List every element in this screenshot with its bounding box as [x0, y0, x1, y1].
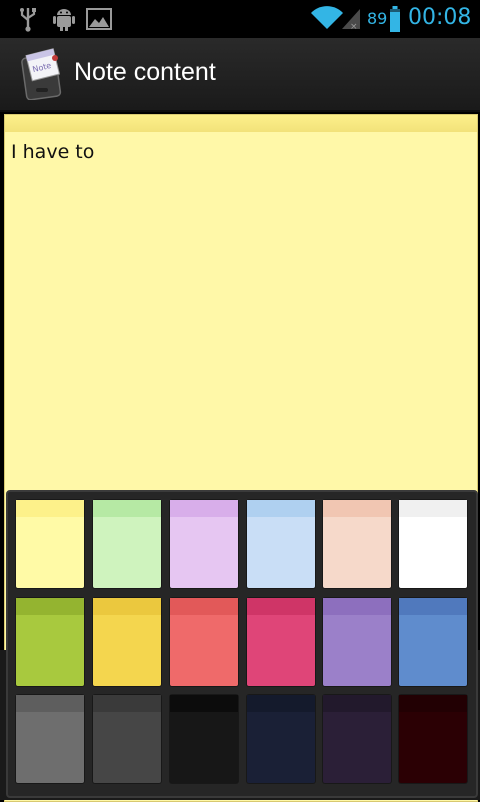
color-swatch-light-green[interactable] [93, 500, 161, 588]
android-debug-icon [53, 9, 75, 31]
wifi-icon [311, 6, 343, 29]
color-swatch-light-violet[interactable] [170, 500, 238, 588]
battery-icon [390, 6, 400, 32]
note-text[interactable]: I have to [11, 141, 94, 163]
color-swatch-black[interactable] [170, 695, 238, 783]
color-swatch-maroon[interactable] [399, 695, 467, 783]
swatch-strip [93, 598, 161, 615]
swatch-strip [170, 598, 238, 615]
swatch-strip [399, 598, 467, 615]
swatch-strip [170, 695, 238, 712]
swatch-strip [323, 598, 391, 615]
color-swatch-dark-gray[interactable] [93, 695, 161, 783]
color-swatch-dark-purple[interactable] [323, 695, 391, 783]
color-palette-popup [6, 490, 478, 798]
color-swatch-purple[interactable] [323, 598, 391, 686]
color-swatch-navy[interactable] [247, 695, 315, 783]
swatch-strip [247, 500, 315, 517]
color-swatch-red[interactable] [170, 598, 238, 686]
swatch-strip [16, 695, 84, 712]
clock: 00:08 [408, 5, 472, 30]
action-bar: Note Note content [0, 38, 480, 112]
swatch-strip [16, 500, 84, 517]
usb-icon [20, 8, 36, 32]
image-icon [86, 8, 112, 30]
svg-text:×: × [350, 22, 358, 31]
color-swatch-white[interactable] [399, 500, 467, 588]
swatch-strip [399, 500, 467, 517]
color-swatch-pink[interactable] [247, 598, 315, 686]
color-swatch-yellow[interactable] [93, 598, 161, 686]
signal-icon: × [342, 9, 360, 31]
color-swatch-light-peach[interactable] [323, 500, 391, 588]
color-swatch-light-blue[interactable] [247, 500, 315, 588]
note-app-icon[interactable]: Note [20, 48, 64, 100]
swatch-strip [170, 500, 238, 517]
swatch-strip [399, 695, 467, 712]
color-swatch-gray[interactable] [16, 695, 84, 783]
swatch-strip [93, 500, 161, 517]
note-header-strip [5, 115, 477, 132]
swatch-strip [247, 695, 315, 712]
swatch-strip [247, 598, 315, 615]
battery-percent: 89 [367, 9, 388, 28]
swatch-strip [16, 598, 84, 615]
status-bar: × 89 00:08 [0, 0, 480, 38]
swatch-strip [323, 500, 391, 517]
color-swatch-blue[interactable] [399, 598, 467, 686]
swatch-strip [323, 695, 391, 712]
page-title: Note content [74, 58, 216, 86]
swatch-strip [93, 695, 161, 712]
color-swatch-green[interactable] [16, 598, 84, 686]
color-swatch-light-yellow[interactable] [16, 500, 84, 588]
